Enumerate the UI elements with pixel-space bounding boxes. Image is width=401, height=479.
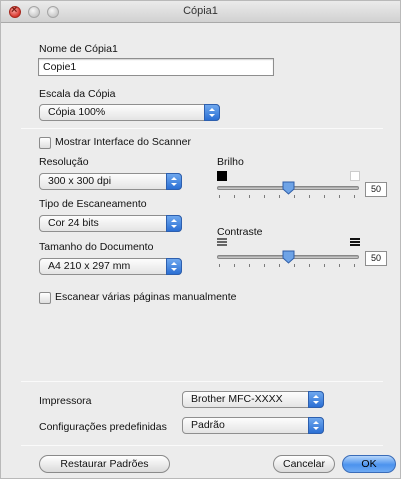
copy-scale-label: Escala da Cópia xyxy=(39,88,116,100)
black-square-icon xyxy=(217,171,227,181)
resolution-label: Resolução xyxy=(39,156,89,168)
contrast-value[interactable]: 50 xyxy=(365,251,387,266)
presets-value: Padrão xyxy=(191,419,225,431)
popup-arrows-icon xyxy=(166,173,182,190)
copy-name-field[interactable]: Copie1 xyxy=(38,58,274,76)
brightness-value[interactable]: 50 xyxy=(365,182,387,197)
contrast-slider-knob[interactable] xyxy=(282,250,295,264)
show-scanner-interface-checkbox[interactable] xyxy=(39,137,51,149)
high-contrast-icon xyxy=(350,238,360,248)
separator xyxy=(21,445,383,446)
manual-multipage-label: Escanear várias páginas manualmente xyxy=(55,291,237,303)
copy-scale-popup[interactable]: Cópia 100% xyxy=(39,104,220,121)
printer-value: Brother MFC-XXXX xyxy=(191,393,283,405)
presets-label: Configurações predefinidas xyxy=(39,421,167,433)
brightness-ticks xyxy=(217,195,359,199)
resolution-value: 300 x 300 dpi xyxy=(48,175,112,187)
popup-arrows-icon xyxy=(308,417,324,434)
copy-scale-value: Cópia 100% xyxy=(48,106,106,118)
contrast-ticks xyxy=(217,264,359,268)
manual-multipage-checkbox[interactable] xyxy=(39,292,51,304)
copy-dialog-window: Cópia1 Nome de Cópia1 Copie1 Escala da C… xyxy=(0,0,401,479)
printer-popup[interactable]: Brother MFC-XXXX xyxy=(182,391,324,408)
printer-label: Impressora xyxy=(39,395,92,407)
white-square-icon xyxy=(350,171,360,181)
popup-arrows-icon xyxy=(308,391,324,408)
copy-name-label: Nome de Cópia1 xyxy=(39,43,118,55)
ok-button[interactable]: OK xyxy=(342,455,396,473)
separator xyxy=(21,128,383,129)
restore-defaults-button[interactable]: Restaurar Padrões xyxy=(39,455,170,473)
popup-arrows-icon xyxy=(166,258,182,275)
scan-type-popup[interactable]: Cor 24 bits xyxy=(39,215,182,232)
contrast-label: Contraste xyxy=(217,226,263,238)
scan-type-value: Cor 24 bits xyxy=(48,217,99,229)
brightness-label: Brilho xyxy=(217,156,244,168)
title-bar[interactable]: Cópia1 xyxy=(1,1,400,23)
separator xyxy=(21,381,383,382)
window-title: Cópia1 xyxy=(183,5,218,17)
document-size-value: A4 210 x 297 mm xyxy=(48,260,131,272)
document-size-popup[interactable]: A4 210 x 297 mm xyxy=(39,258,182,275)
resolution-popup[interactable]: 300 x 300 dpi xyxy=(39,173,182,190)
popup-arrows-icon xyxy=(204,104,220,121)
presets-popup[interactable]: Padrão xyxy=(182,417,324,434)
show-scanner-interface-label: Mostrar Interface do Scanner xyxy=(55,136,191,148)
popup-arrows-icon xyxy=(166,215,182,232)
cancel-button[interactable]: Cancelar xyxy=(273,455,335,473)
document-size-label: Tamanho do Documento xyxy=(39,241,154,253)
scan-type-label: Tipo de Escaneamento xyxy=(39,198,147,210)
brightness-slider-knob[interactable] xyxy=(282,181,295,195)
low-contrast-icon xyxy=(217,238,227,248)
